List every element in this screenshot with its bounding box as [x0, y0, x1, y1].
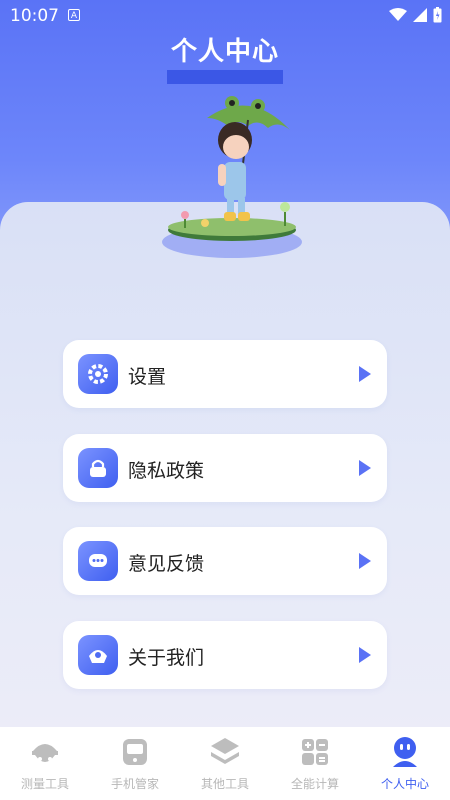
other-tools-icon	[211, 738, 239, 764]
tab-label: 测量工具	[20, 777, 69, 791]
bottom-tab-bar: 测量工具 手机管家 其他工具 全能计算 个人中心	[0, 727, 450, 800]
about-us-icon	[78, 635, 118, 675]
privacy-lock-icon	[78, 448, 118, 488]
signal-icon	[413, 8, 427, 22]
status-icons	[389, 7, 442, 23]
about-us-item[interactable]: 关于我们	[63, 621, 387, 689]
page-title-text: 个人中心	[166, 38, 283, 84]
status-time: 10:07	[10, 6, 59, 26]
chevron-right-icon	[359, 647, 371, 663]
settings-item[interactable]: 设置	[63, 340, 387, 408]
page-title: 个人中心	[0, 38, 450, 84]
tab-label: 其他工具	[200, 777, 249, 791]
notification-a-icon: A	[68, 9, 80, 21]
tab-measure-tools[interactable]: 测量工具	[0, 727, 90, 800]
feedback-item[interactable]: 意见反馈	[63, 527, 387, 595]
profile-icon	[393, 737, 417, 767]
chevron-right-icon	[359, 553, 371, 569]
tab-profile[interactable]: 个人中心	[360, 727, 450, 800]
chevron-right-icon	[359, 366, 371, 382]
wifi-icon	[389, 8, 407, 21]
about-us-label: 关于我们	[128, 647, 205, 669]
tab-phone-manager[interactable]: 手机管家	[90, 727, 180, 800]
privacy-policy-label: 隐私政策	[128, 460, 205, 482]
feedback-label: 意见反馈	[128, 553, 205, 575]
status-bar: 10:07 A	[0, 0, 450, 32]
settings-label: 设置	[128, 366, 167, 388]
measure-tool-icon	[32, 744, 58, 762]
settings-icon	[78, 354, 118, 394]
calculator-icon	[302, 739, 328, 765]
tab-label: 全能计算	[290, 777, 339, 791]
feedback-chat-icon	[78, 541, 118, 581]
phone-manager-icon	[123, 739, 147, 765]
battery-icon	[433, 7, 442, 23]
chevron-right-icon	[359, 460, 371, 476]
tab-other-tools[interactable]: 其他工具	[180, 727, 270, 800]
privacy-policy-item[interactable]: 隐私政策	[63, 434, 387, 502]
girl-with-umbrella-illustration	[162, 96, 302, 258]
tab-calculator[interactable]: 全能计算	[270, 727, 360, 800]
tab-label: 个人中心	[380, 777, 429, 791]
tab-label: 手机管家	[110, 777, 159, 791]
